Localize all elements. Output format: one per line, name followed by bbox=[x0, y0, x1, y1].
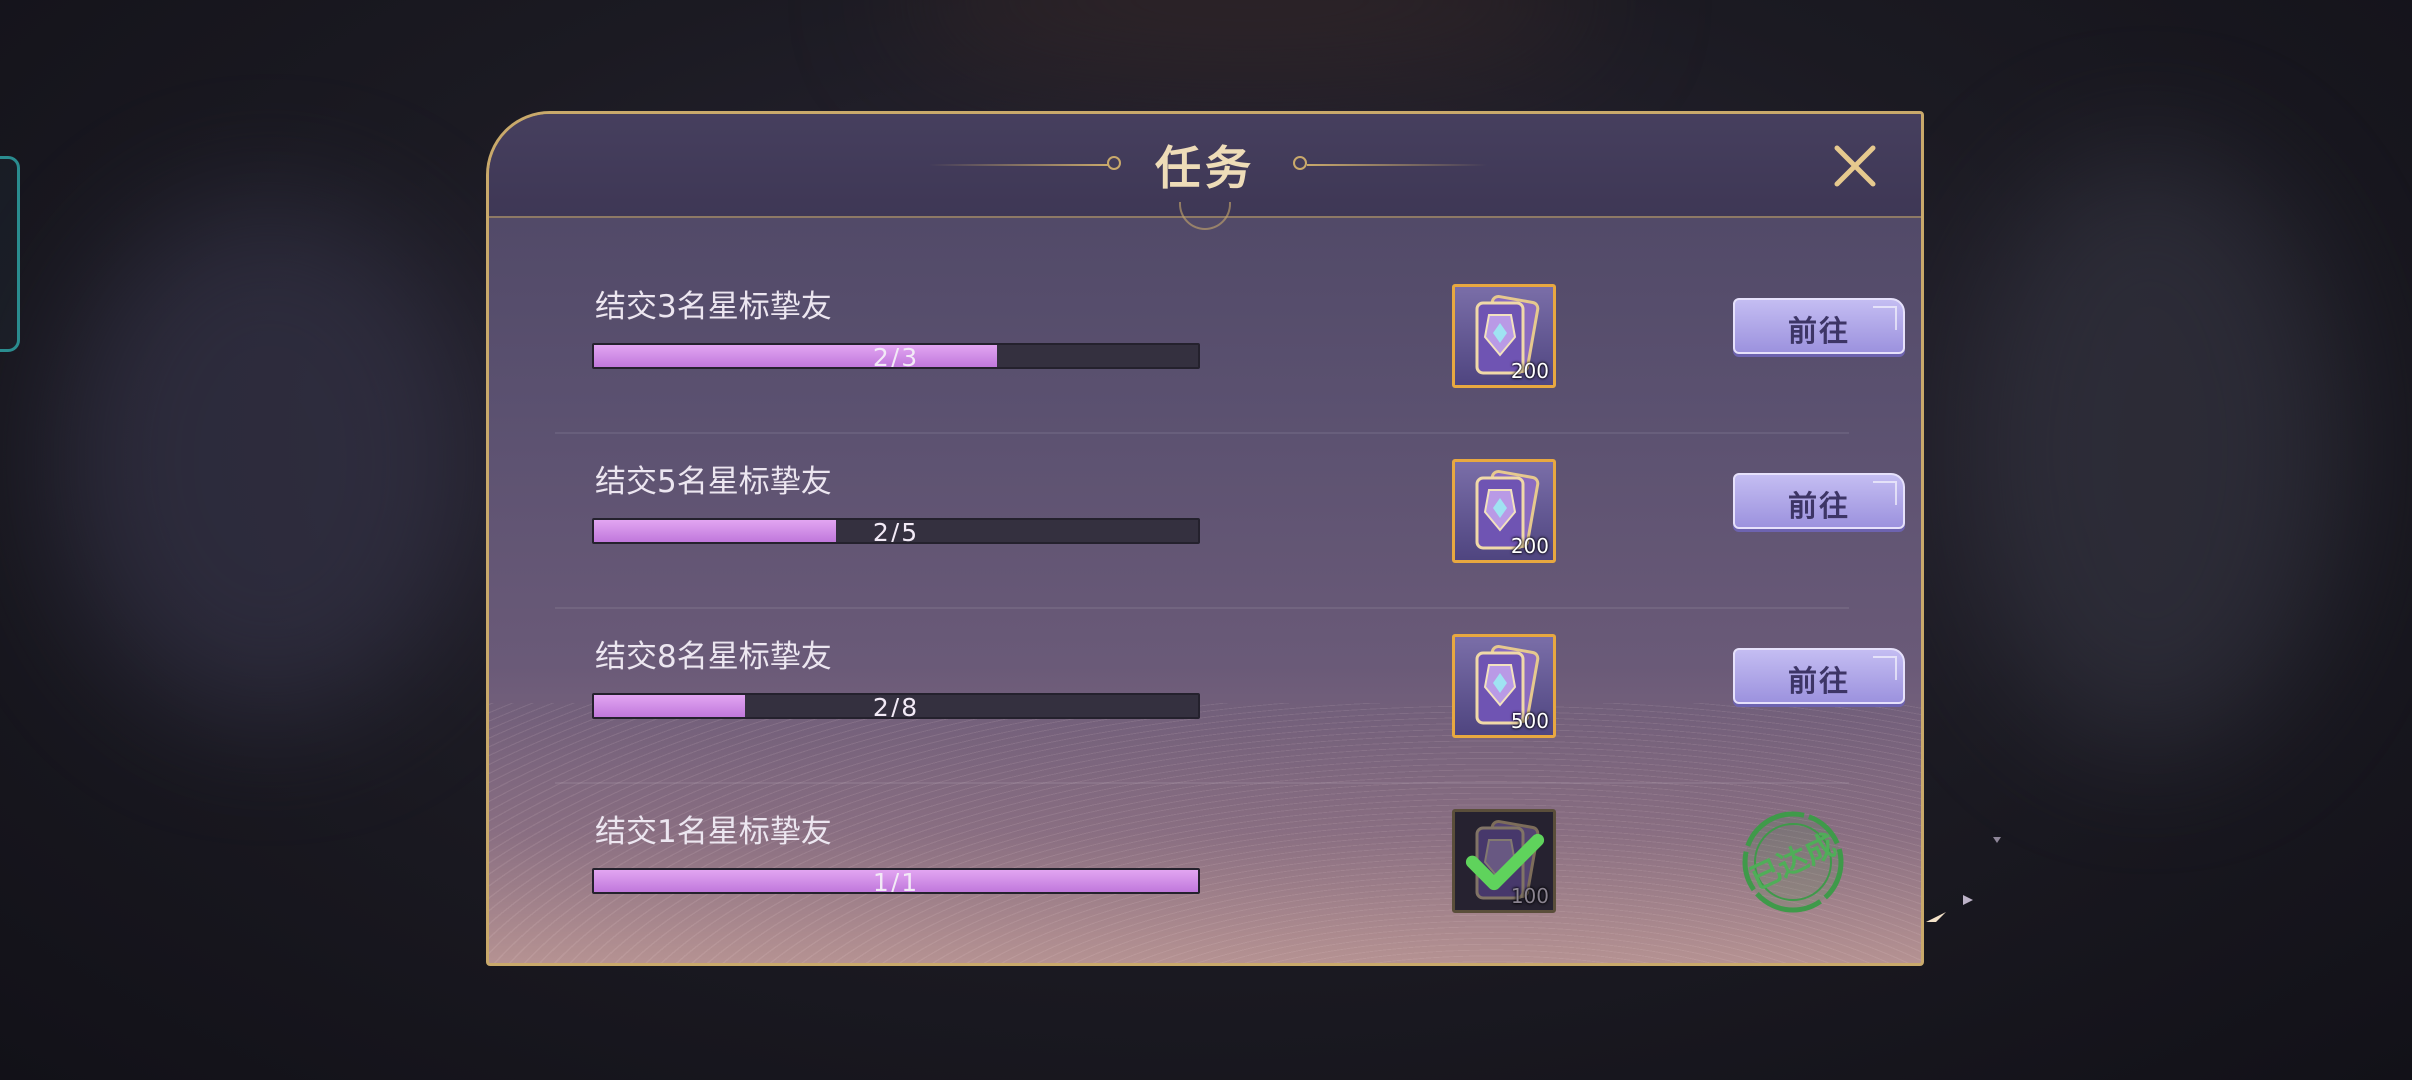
task-name: 结交1名星标挚友 bbox=[595, 814, 832, 850]
task-name: 结交5名星标挚友 bbox=[595, 464, 832, 500]
close-button[interactable] bbox=[1829, 140, 1881, 192]
completed-stamp: 已达成 bbox=[1737, 806, 1849, 918]
go-button-label: 前往 bbox=[1787, 664, 1850, 698]
reward-count: 100 bbox=[1510, 884, 1549, 908]
progress-bar: 1/1 bbox=[592, 868, 1200, 894]
task-row: 结交5名星标挚友 2/5 200 前往 bbox=[555, 434, 1905, 609]
sparkle-icon bbox=[1926, 912, 1946, 922]
progress-bar: 2/3 bbox=[592, 343, 1200, 369]
progress-bar: 2/5 bbox=[592, 518, 1200, 544]
title-ornament-dot bbox=[1293, 156, 1307, 170]
progress-text: 2/5 bbox=[872, 518, 920, 544]
close-icon bbox=[1834, 145, 1876, 187]
go-button[interactable]: 前往 bbox=[1733, 648, 1905, 704]
dialog-title: 任务 bbox=[1155, 141, 1255, 195]
sparkle-icon bbox=[1993, 837, 2001, 843]
stamp-icon: 已达成 bbox=[1742, 811, 1844, 913]
title-ornament-right bbox=[1307, 164, 1487, 166]
progress-text: 2/8 bbox=[872, 693, 920, 719]
reward-item[interactable]: 500 bbox=[1452, 634, 1556, 738]
task-dialog: 任务 结交3名星标挚友 2/3 200 前往 结交5名星标挚友 2/5 200 … bbox=[486, 111, 1924, 966]
side-panel-edge bbox=[0, 156, 20, 352]
reward-item[interactable]: 200 bbox=[1452, 284, 1556, 388]
reward-item-claimed: 100 bbox=[1452, 809, 1556, 913]
go-button-label: 前往 bbox=[1787, 314, 1850, 348]
go-button-label: 前往 bbox=[1787, 489, 1850, 523]
reward-count: 200 bbox=[1510, 534, 1549, 558]
task-list: 结交3名星标挚友 2/3 200 前往 结交5名星标挚友 2/5 200 前往 … bbox=[555, 259, 1905, 957]
reward-count: 500 bbox=[1510, 709, 1549, 733]
go-button[interactable]: 前往 bbox=[1733, 473, 1905, 529]
sparkle-icon bbox=[1963, 895, 1973, 905]
progress-text: 2/3 bbox=[872, 343, 920, 369]
task-row: 结交1名星标挚友 1/1 100 已达成 bbox=[555, 784, 1849, 957]
progress-text: 1/1 bbox=[872, 868, 920, 894]
task-row: 结交3名星标挚友 2/3 200 前往 bbox=[555, 259, 1905, 434]
progress-bar: 2/8 bbox=[592, 693, 1200, 719]
task-name: 结交8名星标挚友 bbox=[595, 639, 832, 675]
go-button[interactable]: 前往 bbox=[1733, 298, 1905, 354]
dialog-header: 任务 bbox=[489, 114, 1921, 230]
reward-count: 200 bbox=[1510, 359, 1549, 383]
reward-item[interactable]: 200 bbox=[1452, 459, 1556, 563]
title-ornament-gem bbox=[1179, 202, 1231, 230]
background-blur bbox=[900, 0, 1600, 80]
task-row: 结交8名星标挚友 2/8 500 前往 bbox=[555, 609, 1905, 784]
background-blur bbox=[1960, 150, 2340, 750]
task-name: 结交3名星标挚友 bbox=[595, 289, 832, 325]
background-blur bbox=[60, 200, 480, 720]
